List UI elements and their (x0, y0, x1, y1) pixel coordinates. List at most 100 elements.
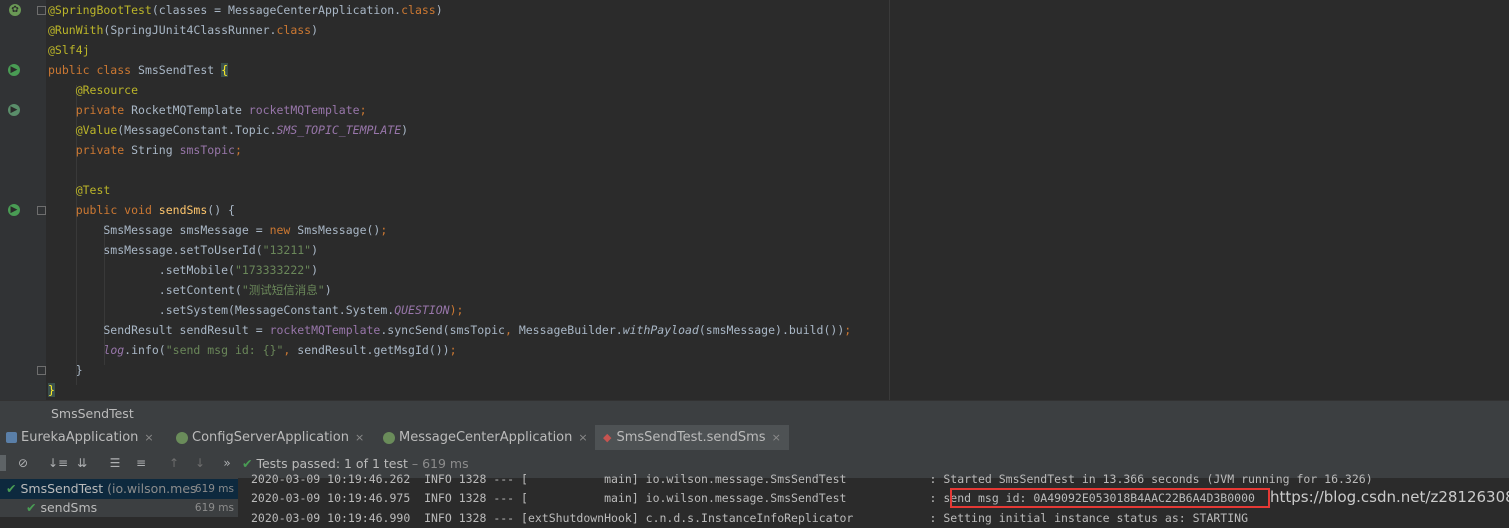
code-token: SendResult sendResult = (48, 323, 270, 337)
code-token: (MessageConstant.Topic. (117, 123, 277, 137)
close-icon[interactable]: × (144, 431, 153, 444)
code-line: @Value(MessageConstant.Topic.SMS_TOPIC_T… (48, 120, 408, 140)
code-line: log.info("send msg id: {}", sendResult.g… (48, 340, 457, 360)
code-token: ) (311, 23, 319, 37)
code-token: String (131, 143, 180, 157)
code-area[interactable]: @SpringBootTest(classes = MessageCenterA… (48, 0, 888, 400)
editor-gutter: ✿ ▶ ▶ ▶ (0, 0, 46, 400)
code-token: public class (48, 63, 139, 77)
spring-boot-icon (6, 432, 17, 443)
spring-bean-icon[interactable]: ▶ (8, 104, 20, 116)
code-token: withPayload (622, 323, 699, 337)
tab-label: ConfigServerApplication (192, 430, 349, 445)
collapse-all-icon[interactable]: ≡ (133, 455, 149, 471)
sort-alpha-icon[interactable]: ↓≡ (48, 455, 68, 471)
code-token: class (401, 3, 436, 17)
watermark-url: https://blog.csdn.net/z28126308 (1270, 488, 1509, 506)
tab-message-center-application[interactable]: MessageCenterApplication × (383, 425, 588, 450)
code-token: SmsSendTest (138, 63, 222, 77)
code-token: @SpringBootTest (48, 3, 152, 17)
tree-item-send-sms[interactable]: ✔ sendSms 619 ms (0, 498, 238, 518)
code-line: } (48, 360, 83, 380)
code-token: new (269, 223, 298, 237)
code-token: private (75, 103, 132, 117)
code-token: "send msg id: {}" (165, 343, 284, 357)
code-token: QUESTION (394, 303, 450, 317)
code-token: { (221, 63, 229, 77)
code-token: "13211" (262, 243, 312, 257)
code-token: ) (324, 283, 332, 297)
code-token: sendResult.getMsgId()) (297, 343, 450, 357)
code-token: (smsMessage).build()) (698, 323, 845, 337)
spring-boot-icon (176, 431, 188, 444)
close-icon[interactable]: × (772, 431, 781, 444)
tab-config-server-application[interactable]: ConfigServerApplication × (176, 425, 364, 450)
code-token: } (48, 383, 55, 397)
more-icon[interactable]: » (219, 455, 235, 471)
code-token: SMS_TOPIC_TEMPLATE (276, 123, 402, 137)
code-token: ) (311, 243, 319, 257)
code-token: ) (311, 263, 319, 277)
code-token: , (504, 323, 519, 337)
run-test-icon[interactable]: ▶ (8, 64, 20, 76)
stop-icon[interactable]: ⊘ (15, 455, 31, 471)
code-token: sendSms (158, 203, 208, 217)
code-line: private String smsTopic; (48, 140, 242, 160)
code-line: @Slf4j (48, 40, 90, 60)
console-line: 2020-03-09 10:19:46.990 INFO 1328 --- [e… (251, 511, 1248, 525)
code-token: rocketMQTemplate (248, 103, 360, 117)
code-line: public void sendSms() { (48, 200, 235, 220)
code-token: @Value (75, 123, 118, 137)
code-token: RocketMQTemplate (131, 103, 249, 117)
code-token: .setContent( (48, 283, 242, 297)
test-run-icon: ◆ (603, 431, 612, 444)
tab-eureka-application[interactable]: EurekaApplication × (6, 425, 154, 450)
code-token: .syncSend(smsTopic (380, 323, 505, 337)
code-line: @RunWith(SpringJUnit4ClassRunner.class) (48, 20, 318, 40)
tab-sms-send-test[interactable]: ◆ SmsSendTest.sendSms × (595, 425, 789, 450)
close-icon[interactable]: × (578, 431, 587, 444)
code-token: SmsMessage() (297, 223, 381, 237)
right-margin-guide (889, 0, 890, 400)
code-line: private RocketMQTemplate rocketMQTemplat… (48, 100, 367, 120)
code-line: public class SmsSendTest { (48, 60, 229, 80)
code-line: @Test (48, 180, 111, 200)
check-icon: ✔ (26, 500, 37, 515)
next-icon[interactable]: ↓ (192, 455, 208, 471)
code-token: "173333222" (234, 263, 312, 277)
previous-icon[interactable]: ↑ (166, 455, 182, 471)
close-icon[interactable]: × (355, 431, 364, 444)
run-tabs: EurekaApplication × ConfigServerApplicati… (0, 425, 1509, 451)
fold-marker-icon[interactable] (37, 6, 46, 15)
code-token: ; (380, 223, 388, 237)
code-token: .setSystem(MessageConstant.System. (48, 303, 395, 317)
code-editor[interactable]: ✿ ▶ ▶ ▶ @SpringBootTest(classes = Messag… (0, 0, 1509, 400)
tab-label: SmsSendTest.sendSms (616, 430, 766, 445)
tree-item-sms-send-test[interactable]: ✔ SmsSendTest (io.wilson.mes 619 ms (0, 479, 238, 499)
fold-marker-icon[interactable] (37, 366, 46, 375)
code-token: ); (449, 303, 464, 317)
code-token: ) (435, 3, 443, 17)
code-token: @RunWith (48, 23, 104, 37)
code-token: ; (359, 103, 367, 117)
toolbar-edge (0, 455, 6, 471)
code-token: SmsMessage smsMessage = (48, 223, 270, 237)
code-token: ; (449, 343, 457, 357)
code-token: smsTopic (179, 143, 235, 157)
sort-duration-icon[interactable]: ⇊ (74, 455, 90, 471)
code-line: } (48, 380, 55, 400)
console-line: 2020-03-09 10:19:46.262 INFO 1328 --- [ … (251, 472, 1373, 486)
code-token: private (75, 143, 132, 157)
fold-marker-icon[interactable] (37, 206, 46, 215)
code-token: (classes = MessageCenterApplication. (151, 3, 402, 17)
run-test-icon[interactable]: ▶ (8, 204, 20, 216)
run-panel-title: SmsSendTest (51, 406, 134, 421)
expand-all-icon[interactable]: ☰ (107, 455, 123, 471)
